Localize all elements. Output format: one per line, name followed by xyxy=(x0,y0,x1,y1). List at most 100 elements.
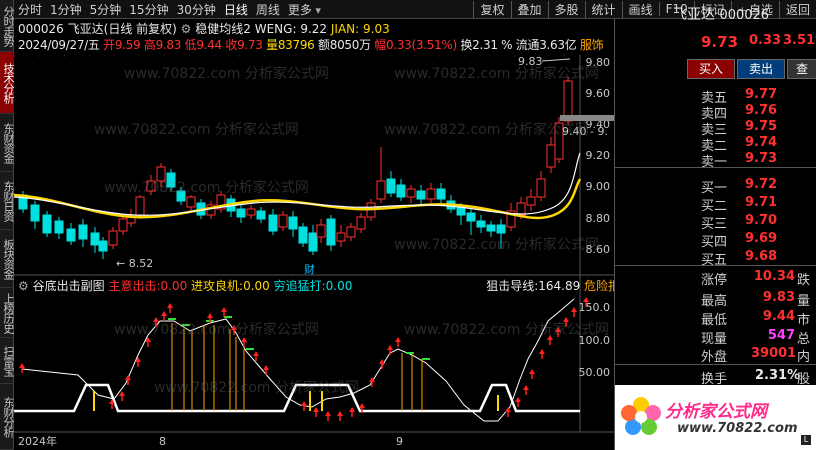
tab-sector-fund[interactable]: 板块资金 xyxy=(0,230,14,288)
candle-body xyxy=(376,180,386,200)
period-more[interactable]: 更多 ▾ xyxy=(284,1,327,18)
app-window: 分时走势 技术分析 东财资金 东财日资 板块资金 上榜历史 扫雷宝 东财分析 分… xyxy=(0,0,816,450)
s2-value: 0.00 xyxy=(243,279,270,293)
candle-body xyxy=(30,204,40,222)
sub-chart-title[interactable]: 谷底出击副图 xyxy=(33,279,105,293)
s3-value: 0.00 xyxy=(325,279,353,293)
quote-change: 0.33 xyxy=(749,33,782,48)
stat-label: 最高 xyxy=(701,294,728,309)
statistics-button[interactable]: 统计 xyxy=(584,0,622,18)
stat-label2: 量 xyxy=(797,294,811,309)
query-button[interactable]: 查 xyxy=(787,59,816,79)
resize-corner-icon[interactable]: L xyxy=(801,435,811,445)
logo-text: 分析家公式网 xyxy=(665,402,767,422)
ask-row[interactable]: 卖二 9.74 xyxy=(615,135,816,154)
x-axis-label: 8 xyxy=(159,435,166,448)
divider xyxy=(615,167,816,168)
candle-body xyxy=(486,224,496,232)
stat-label2: 跌 xyxy=(797,273,811,288)
sub-chart-header: ⚙ 谷底出击副图 主意出击:0.00 进攻良机:0.00 穷追猛打:0.00 狙… xyxy=(18,277,632,294)
s3-label: 穷追猛打: xyxy=(273,279,326,293)
candle-body xyxy=(78,224,88,240)
ask-price: 9.77 xyxy=(745,87,778,102)
tab-em-analysis[interactable]: 东财分析 xyxy=(0,384,14,450)
back-button[interactable]: 返回 xyxy=(778,0,816,18)
ask-price: 9.73 xyxy=(745,151,778,166)
period-weekly[interactable]: 周线 xyxy=(252,1,284,18)
chart-area: 000026 飞亚达(日线 前复权) ⚙ 稳健均线2 WENG: 9.22 JI… xyxy=(14,19,632,450)
tab-tech-analysis[interactable]: 技术分析 xyxy=(0,52,14,114)
tab-dragon-list[interactable]: 上榜历史 xyxy=(0,288,14,338)
bid-row[interactable]: 买五 9.68 xyxy=(615,249,816,268)
tab-mine-sweeper[interactable]: 扫雷宝 xyxy=(0,338,14,384)
bid-row[interactable]: 买二 9.71 xyxy=(615,195,816,214)
s1-label: 主意出击: xyxy=(108,279,161,293)
ma-white-line xyxy=(14,152,581,216)
left-vertical-tabs: 分时走势 技术分析 东财资金 东财日资 板块资金 上榜历史 扫雷宝 东财分析 xyxy=(0,0,14,450)
candlestick-chart[interactable]: 9.809.609.409.209.008.808.60150.0100.050… xyxy=(14,19,614,450)
stat-row: 最高 9.83 量 xyxy=(615,290,816,309)
ask-row[interactable]: 卖五 9.77 xyxy=(615,87,816,106)
fuquan-button[interactable]: 复权 xyxy=(473,0,510,18)
candle-body xyxy=(236,208,246,218)
multi-stock-button[interactable]: 多股 xyxy=(547,0,585,18)
period-fenshi[interactable]: 分时 xyxy=(14,1,46,18)
logo-url: www.70822.com xyxy=(677,421,798,436)
chevron-down-icon: ▾ xyxy=(311,3,321,17)
cai-marker: 财 xyxy=(304,262,315,276)
logo-banner: 分析家公式网 www.70822.com L xyxy=(615,385,816,450)
ask-row[interactable]: 卖四 9.76 xyxy=(615,103,816,122)
turnover-row: 换手 2.31% 股 xyxy=(615,368,816,387)
draw-line-button[interactable]: 画线 xyxy=(621,0,659,18)
period-daily[interactable]: 日线 xyxy=(220,1,252,18)
bid-row[interactable]: 买四 9.69 xyxy=(615,231,816,250)
period-1min[interactable]: 1分钟 xyxy=(46,1,86,18)
stat-label2: 内 xyxy=(797,350,811,365)
candle-body xyxy=(308,232,318,252)
sell-button[interactable]: 卖出 xyxy=(737,59,785,79)
period-5min[interactable]: 5分钟 xyxy=(86,1,126,18)
candle-body xyxy=(436,188,446,200)
stat-label: 最低 xyxy=(701,313,728,328)
y-tick-label: 9.60 xyxy=(586,87,611,100)
sub-settings-icon[interactable]: ⚙ xyxy=(18,279,29,293)
overlay-button[interactable]: 叠加 xyxy=(510,0,548,18)
stat-row: 现量 547 总 xyxy=(615,328,816,347)
bid-label: 买一 xyxy=(701,181,728,196)
stat-row: 涨停 10.34 跌 xyxy=(615,269,816,288)
ask-row[interactable]: 卖三 9.75 xyxy=(615,119,816,138)
stat-value: 39001 xyxy=(751,346,797,361)
bid-row[interactable]: 买三 9.70 xyxy=(615,213,816,232)
ask-price: 9.74 xyxy=(745,135,778,150)
tab-daily-fund[interactable]: 东财日资 xyxy=(0,172,14,230)
candle-body xyxy=(118,218,128,232)
stat-row: 最低 9.44 市 xyxy=(615,309,816,328)
candle-body xyxy=(386,178,396,194)
low-marker-label: ← 8.52 xyxy=(116,257,153,270)
candle-body xyxy=(336,232,346,242)
candle-body xyxy=(416,190,426,200)
tab-fenshi[interactable]: 分时走势 xyxy=(0,0,14,52)
candle-body xyxy=(406,188,416,198)
candle-body xyxy=(546,144,556,168)
candle-body xyxy=(186,196,196,208)
stat-value: 9.83 xyxy=(762,290,795,305)
tab-fund-flow[interactable]: 东财资金 xyxy=(0,114,14,172)
sub-y-tick-label: 50.00 xyxy=(579,366,611,379)
bid-row[interactable]: 买一 9.72 xyxy=(615,177,816,196)
range-marker-label: 9.40 - 9. xyxy=(562,125,608,138)
flower-logo-icon xyxy=(621,397,661,435)
stat-value: 9.44 xyxy=(762,309,795,324)
x-axis-label: 9 xyxy=(396,435,403,448)
candle-body xyxy=(42,214,52,234)
divider xyxy=(615,364,816,365)
candle-body xyxy=(476,220,486,228)
candle-body xyxy=(268,214,278,232)
buy-button[interactable]: 买入 xyxy=(687,59,735,79)
ask-price: 9.76 xyxy=(745,103,778,118)
ask-row[interactable]: 卖一 9.73 xyxy=(615,151,816,170)
y-tick-label: 8.80 xyxy=(586,212,611,225)
period-15min[interactable]: 15分钟 xyxy=(125,1,172,18)
candle-body xyxy=(156,166,166,182)
period-30min[interactable]: 30分钟 xyxy=(173,1,220,18)
